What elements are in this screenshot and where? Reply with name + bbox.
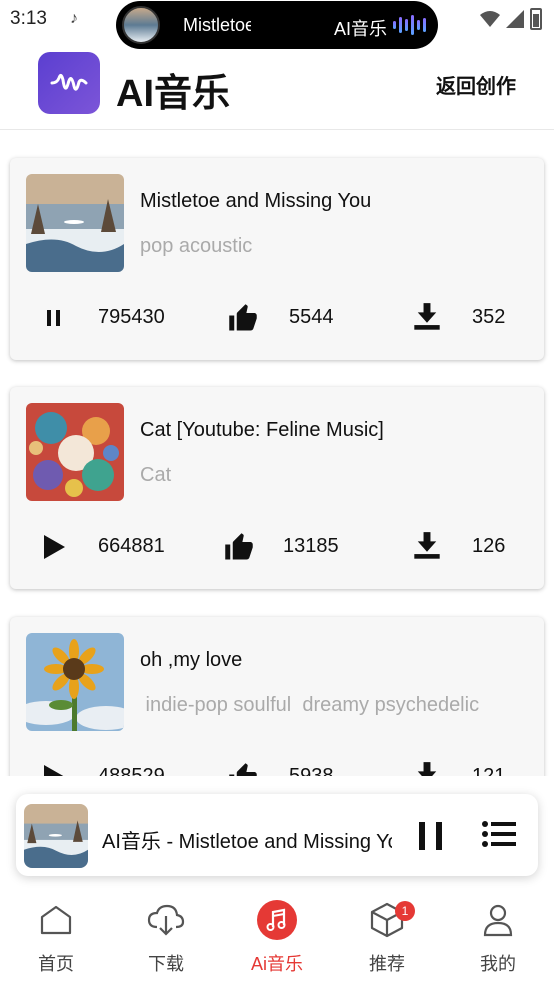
playlist-icon[interactable]	[482, 820, 516, 848]
download-count: 126	[472, 535, 506, 557]
island-app-name: AI音乐	[334, 19, 388, 39]
person-icon	[478, 900, 518, 940]
download-count: 121	[472, 765, 506, 776]
battery-icon	[530, 8, 542, 30]
home-icon	[36, 900, 76, 940]
play-icon	[44, 765, 64, 776]
song-tags: indie-pop soulful dreamy psychedelic	[140, 694, 480, 716]
like-count: 13185	[283, 535, 339, 557]
like-count: 5938	[289, 765, 334, 776]
download-icon[interactable]	[413, 302, 441, 332]
system-status-icons	[480, 8, 542, 30]
music-notification-icon: ♪	[70, 10, 78, 27]
nav-label: Ai音乐	[250, 954, 303, 974]
dynamic-island-player[interactable]: Mistletoe and Missing You AI音乐	[116, 1, 438, 49]
song-stats: 488529 5938 121	[10, 757, 544, 776]
song-card[interactable]: Cat [Youtube: Feline Music] Cat 664881 1…	[10, 387, 544, 589]
play-button[interactable]	[40, 763, 68, 776]
song-cover-art	[26, 403, 124, 501]
wifi-icon	[480, 11, 500, 27]
back-to-create-button[interactable]: 返回创作	[436, 70, 516, 99]
song-title: oh ,my love	[140, 649, 243, 671]
like-count: 5544	[289, 306, 334, 328]
status-time: 3:13	[10, 8, 47, 29]
play-icon	[44, 535, 65, 559]
song-title: Cat [Youtube: Feline Music]	[140, 419, 384, 441]
nav-label: 推荐	[369, 954, 405, 974]
thumbs-up-icon[interactable]	[224, 532, 254, 562]
pause-button[interactable]	[40, 304, 68, 332]
island-cover-art	[122, 6, 160, 44]
play-count: 664881	[98, 535, 165, 557]
nav-label: 下载	[148, 954, 184, 974]
mini-player[interactable]: AI音乐 - Mistletoe and Missing You	[16, 794, 538, 876]
status-bar: 3:13 ♪ Mistletoe and Missing You AI音乐	[0, 0, 554, 49]
song-cover-art	[26, 174, 124, 272]
play-button[interactable]	[40, 533, 68, 561]
audio-visualizer-icon	[393, 14, 426, 36]
thumbs-up-icon[interactable]	[228, 303, 258, 333]
song-title: Mistletoe and Missing You	[140, 190, 372, 212]
app-header: AI音乐 返回创作	[0, 50, 554, 130]
mini-player-title: AI音乐 - Mistletoe and Missing You	[102, 831, 392, 853]
song-cover-art	[26, 633, 124, 731]
app-logo-icon	[38, 52, 100, 114]
play-count: 488529	[98, 765, 165, 776]
download-icon[interactable]	[413, 531, 441, 561]
island-track-title: Mistletoe and Missing You	[183, 15, 251, 35]
signal-icon	[506, 10, 524, 28]
music-note-icon	[257, 900, 297, 940]
bottom-navigation: 首页 下载 Ai音乐 1 推荐 我的	[0, 890, 554, 985]
nav-item-ai-music[interactable]: Ai音乐	[237, 900, 317, 975]
nav-item-recommend[interactable]: 1 推荐	[347, 900, 427, 975]
song-card[interactable]: Mistletoe and Missing You pop acoustic 7…	[10, 158, 544, 360]
nav-item-download[interactable]: 下载	[126, 900, 206, 975]
cloud-download-icon	[146, 900, 186, 940]
mini-player-pause-button[interactable]	[416, 820, 446, 852]
play-count: 795430	[98, 306, 165, 328]
nav-item-profile[interactable]: 我的	[458, 900, 538, 975]
app-title: AI音乐	[116, 73, 231, 115]
song-stats: 795430 5544 352	[10, 298, 544, 338]
download-icon[interactable]	[413, 761, 441, 776]
song-tags: pop acoustic	[140, 235, 253, 257]
pause-icon	[47, 310, 60, 326]
notification-icons: ♪	[70, 10, 78, 28]
thumbs-up-icon[interactable]	[228, 762, 258, 776]
mini-player-cover-art	[24, 804, 88, 868]
song-tags: Cat	[140, 464, 172, 486]
song-card[interactable]: oh ,my love indie-pop soulful dreamy psy…	[10, 617, 544, 776]
song-stats: 664881 13185 126	[10, 527, 544, 567]
nav-label: 我的	[480, 954, 516, 974]
song-list[interactable]: Mistletoe and Missing You pop acoustic 7…	[0, 130, 554, 776]
download-count: 352	[472, 306, 506, 328]
nav-label: 首页	[38, 954, 74, 974]
notification-badge: 1	[395, 901, 415, 921]
nav-item-home[interactable]: 首页	[16, 900, 96, 975]
